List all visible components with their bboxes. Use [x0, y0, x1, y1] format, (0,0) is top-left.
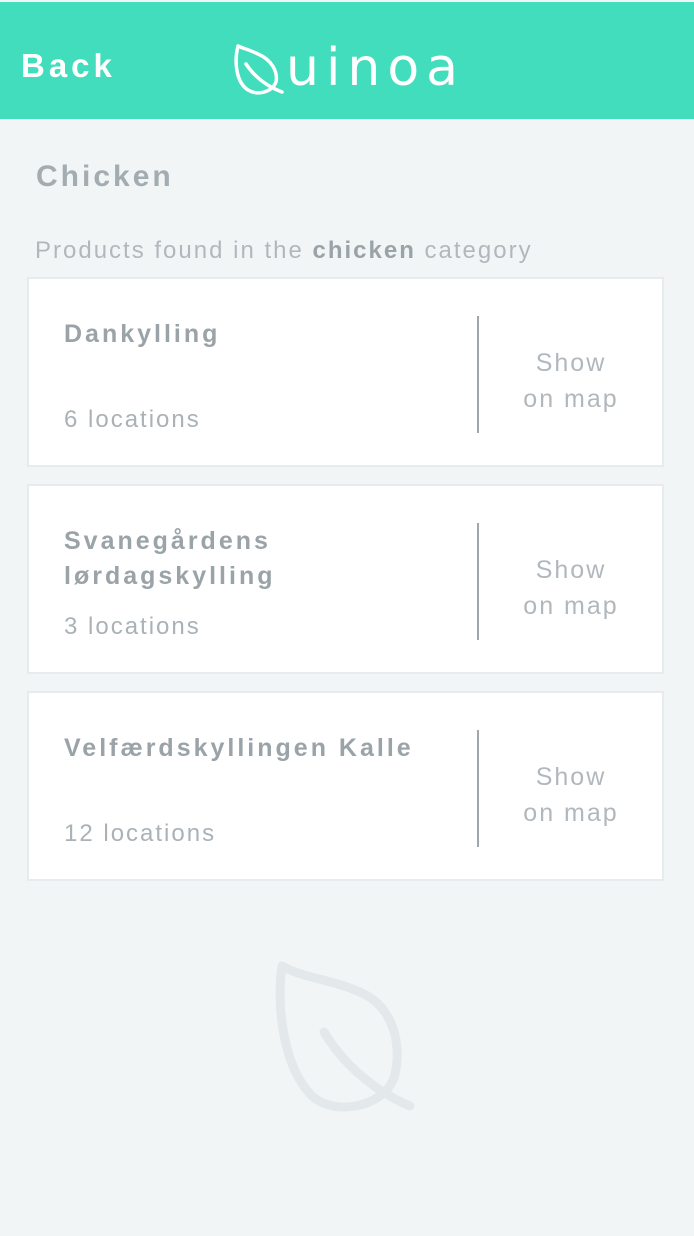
card-divider: [477, 523, 479, 640]
page-subtitle: Products found in the chicken category: [35, 236, 533, 266]
leaf-icon: [275, 961, 415, 1112]
product-name: Dankylling: [64, 320, 221, 348]
product-name: Svanegårdens lørdagskylling: [64, 527, 276, 590]
page-title: Chicken: [36, 160, 174, 193]
app-logo: uinoa: [232, 38, 465, 96]
product-list: Dankylling 6 locations Show on map Svane…: [27, 277, 664, 898]
subtitle-prefix: Products found in the: [35, 237, 313, 264]
show-on-map-line2: on map: [523, 799, 619, 827]
subtitle-suffix: category: [415, 237, 533, 264]
back-button[interactable]: Back: [21, 46, 116, 86]
leaf-q-icon: [234, 44, 284, 95]
app-screen: Back uinoa Chicken Products found in the…: [0, 0, 694, 1236]
product-locations: 3 locations: [64, 613, 201, 640]
show-on-map-button[interactable]: Show on map: [489, 552, 653, 624]
card-divider: [477, 730, 479, 847]
product-card[interactable]: Dankylling 6 locations Show on map: [27, 277, 664, 467]
product-name: Velfærdskyllingen Kalle: [64, 734, 414, 762]
logo-text: uinoa: [286, 38, 466, 98]
product-locations: 6 locations: [64, 406, 201, 433]
show-on-map-line2: on map: [523, 385, 619, 413]
show-on-map-button[interactable]: Show on map: [489, 759, 653, 831]
product-card[interactable]: Velfærdskyllingen Kalle 12 locations Sho…: [27, 691, 664, 881]
show-on-map-line1: Show: [535, 556, 607, 584]
show-on-map-line2: on map: [523, 592, 619, 620]
product-card[interactable]: Svanegårdens lørdagskylling 3 locations …: [27, 484, 664, 674]
show-on-map-line1: Show: [535, 349, 607, 377]
card-divider: [477, 316, 479, 433]
product-locations: 12 locations: [64, 820, 217, 847]
header-bar: Back uinoa: [0, 2, 694, 119]
show-on-map-button[interactable]: Show on map: [489, 345, 653, 417]
show-on-map-line1: Show: [535, 763, 607, 791]
subtitle-category: chicken: [312, 237, 416, 264]
